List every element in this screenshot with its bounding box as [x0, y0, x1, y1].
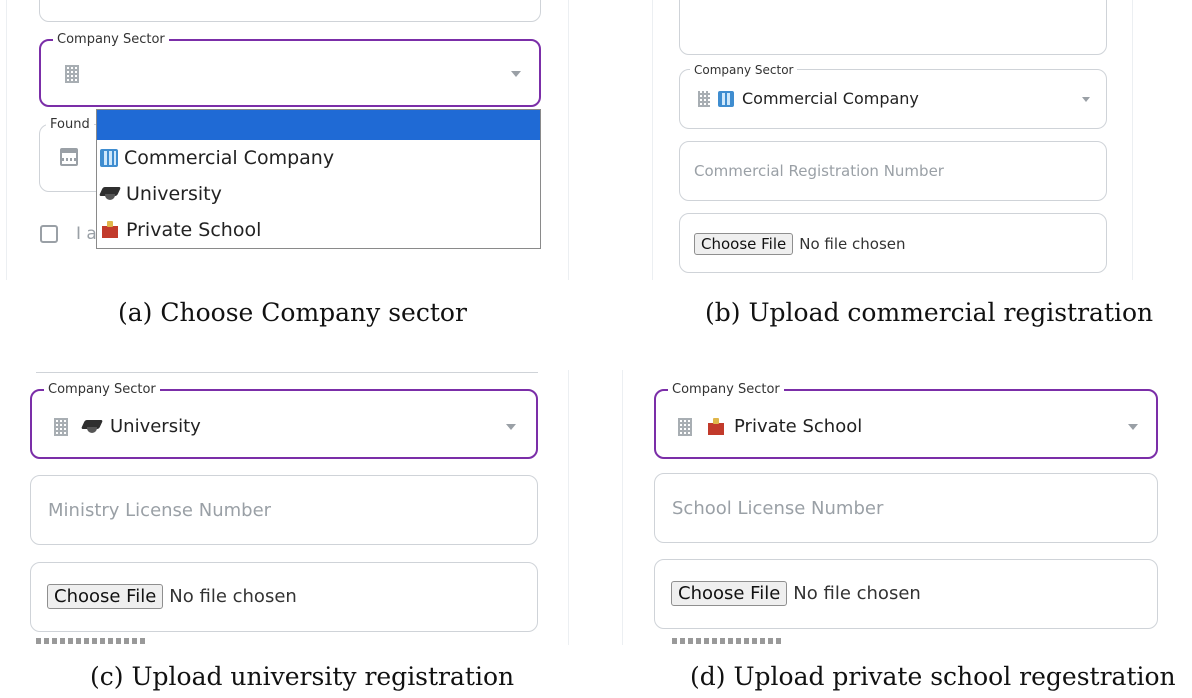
sector-value: Commercial Company	[698, 89, 919, 108]
panel-a: Company Sector Found I a Commercial Comp…	[0, 0, 572, 280]
calendar-icon	[60, 148, 78, 166]
company-sector-label: Company Sector	[668, 382, 784, 398]
file-upload-field[interactable]: Choose File No file chosen	[679, 213, 1107, 273]
company-sector-label: Company Sector	[44, 382, 160, 398]
panel-divider	[6, 0, 7, 280]
caption-b: (b) Upload commercial registration	[705, 298, 1154, 327]
dropdown-option-school[interactable]: Private School	[97, 212, 540, 248]
dropdown-option-university[interactable]: University	[97, 176, 540, 212]
graduation-cap-icon	[100, 187, 120, 201]
choose-file-button[interactable]: Choose File	[671, 581, 788, 606]
option-label: Commercial Company	[124, 147, 335, 169]
founding-date-label: Found	[46, 117, 94, 133]
file-status: No file chosen	[793, 583, 921, 604]
school-icon	[706, 417, 726, 436]
registration-placeholder: Commercial Registration Number	[694, 162, 944, 180]
caption-a: (a) Choose Company sector	[118, 298, 467, 327]
sector-value-text: Private School	[734, 416, 863, 437]
sector-value: University	[54, 416, 201, 437]
founding-date-label-cut	[36, 638, 146, 644]
panel-divider	[622, 370, 623, 645]
panel-c: Company Sector University Ministry Licen…	[0, 370, 572, 645]
chevron-down-icon[interactable]	[511, 71, 521, 77]
choose-file-button[interactable]: Choose File	[47, 584, 164, 609]
sector-value-text: Commercial Company	[742, 89, 919, 108]
school-license-input[interactable]: School License Number	[654, 473, 1158, 543]
dropdown-blank-option[interactable]	[97, 110, 540, 140]
commercial-registration-input[interactable]: Commercial Registration Number	[679, 141, 1107, 201]
option-label: Private School	[126, 219, 262, 241]
file-status: No file chosen	[169, 586, 297, 607]
founding-date-label-cut	[672, 638, 782, 644]
panel-divider	[1132, 0, 1133, 280]
building-icon	[678, 417, 692, 436]
building-icon	[65, 65, 79, 83]
panel-b: Company Sector Commercial Company Commer…	[652, 0, 1134, 280]
company-sector-select[interactable]: Company Sector University	[30, 382, 538, 459]
previous-field[interactable]	[39, 0, 541, 22]
choose-file-button[interactable]: Choose File	[694, 233, 794, 255]
license-placeholder: Ministry License Number	[48, 500, 272, 521]
ministry-license-input[interactable]: Ministry License Number	[30, 475, 538, 545]
graduation-cap-icon	[82, 420, 102, 434]
company-sector-select[interactable]: Company Sector Private School	[654, 382, 1158, 459]
chevron-down-icon[interactable]	[1128, 424, 1138, 430]
building-icon	[54, 417, 68, 436]
sector-value-text: University	[110, 416, 201, 437]
file-status: No file chosen	[799, 235, 906, 253]
option-label: University	[126, 183, 222, 205]
file-input[interactable]: Choose File No file chosen	[671, 581, 921, 606]
chevron-down-icon[interactable]	[506, 424, 516, 430]
panel-divider	[568, 0, 569, 280]
panel-divider	[652, 0, 653, 280]
panel-divider	[568, 370, 569, 645]
company-sector-label: Company Sector	[53, 32, 169, 48]
dropdown-option-commercial[interactable]: Commercial Company	[97, 140, 540, 176]
sector-dropdown-list: Commercial Company University Private Sc…	[96, 109, 541, 249]
company-sector-select[interactable]: Company Sector Commercial Company	[679, 62, 1107, 129]
agree-checkbox[interactable]	[40, 225, 58, 243]
chevron-down-icon[interactable]	[1082, 97, 1090, 102]
building-icon	[698, 90, 710, 107]
caption-c: (c) Upload university registration	[90, 662, 515, 691]
school-icon	[100, 221, 120, 239]
office-building-icon	[718, 90, 734, 107]
sector-value: Private School	[678, 416, 862, 437]
company-sector-label: Company Sector	[690, 62, 798, 78]
office-building-icon	[100, 149, 118, 167]
file-upload-field[interactable]: Choose File No file chosen	[654, 559, 1158, 629]
previous-field[interactable]	[679, 0, 1107, 55]
file-upload-field[interactable]: Choose File No file chosen	[30, 562, 538, 632]
panel-d: Company Sector Private School School Lic…	[622, 370, 1192, 645]
file-input[interactable]: Choose File No file chosen	[694, 233, 906, 255]
previous-field-edge	[36, 372, 538, 373]
company-sector-select[interactable]: Company Sector	[39, 32, 541, 107]
agree-checkbox-label: I a	[76, 224, 97, 244]
file-input[interactable]: Choose File No file chosen	[47, 584, 297, 609]
caption-d: (d) Upload private school regestration	[690, 662, 1176, 691]
license-placeholder: School License Number	[672, 498, 884, 519]
